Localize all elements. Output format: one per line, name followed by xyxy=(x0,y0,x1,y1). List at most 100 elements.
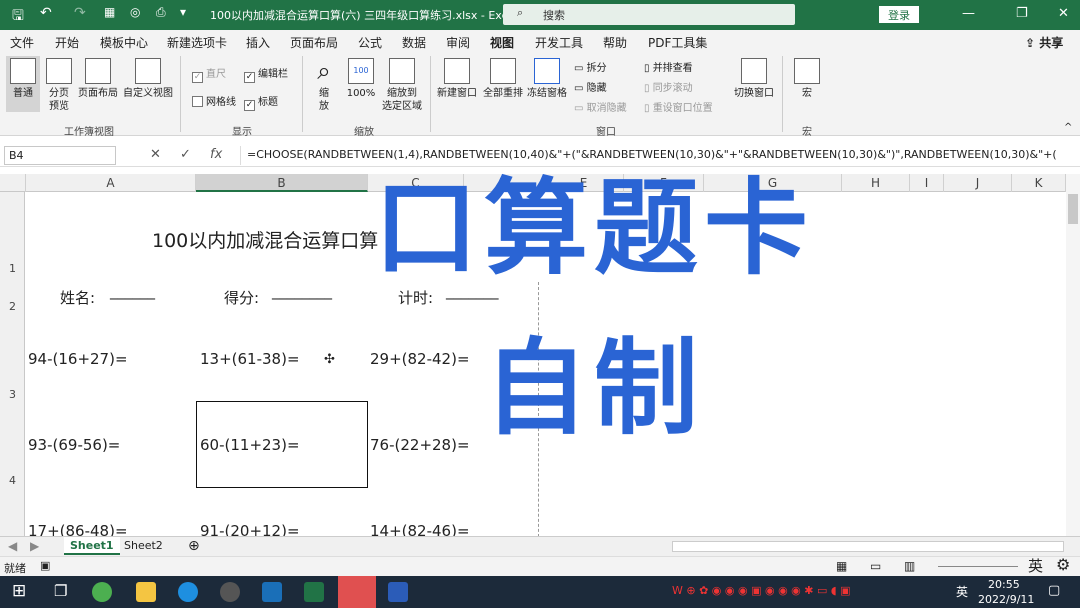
tab-file[interactable]: 文件 xyxy=(10,34,34,51)
column-header-b[interactable]: B xyxy=(196,174,368,192)
new-window-button[interactable]: 新建窗口 xyxy=(436,58,478,100)
prev-sheet-icon[interactable]: ◀ xyxy=(8,539,17,553)
search-box[interactable]: ⌕ 搜索 xyxy=(503,4,795,25)
name-box[interactable]: B4 xyxy=(4,146,116,165)
edge-icon[interactable] xyxy=(178,582,198,602)
save-icon[interactable]: 🖫 xyxy=(12,5,24,29)
print-preview-icon[interactable]: ⎙ xyxy=(156,5,166,20)
zoom-100-button[interactable]: 100 100% xyxy=(344,58,378,100)
row-header-3[interactable]: 3 xyxy=(0,388,25,401)
tab-developer[interactable]: 开发工具 xyxy=(535,34,583,51)
tab-new-tab[interactable]: 新建选项卡 xyxy=(167,34,227,51)
switch-windows-button[interactable]: 切换窗口 xyxy=(732,58,776,100)
formula-input[interactable]: =CHOOSE(RANDBETWEEN(1,4),RANDBETWEEN(10,… xyxy=(240,146,1076,165)
app-icon-browser[interactable] xyxy=(92,582,112,602)
column-header-g[interactable]: G xyxy=(704,174,842,192)
collapse-ribbon-icon[interactable]: ^ xyxy=(1064,122,1072,133)
select-all-corner[interactable] xyxy=(0,174,26,192)
custom-views-button[interactable]: 自定义视图 xyxy=(122,58,174,100)
problem-cell[interactable]: 17+(86-48)= xyxy=(28,522,128,536)
zoom-to-selection-button[interactable]: 缩放到 选定区域 xyxy=(380,58,424,113)
scroll-thumb[interactable] xyxy=(1068,194,1078,224)
macros-button[interactable]: 宏 xyxy=(792,58,822,100)
zoom-slider[interactable] xyxy=(938,566,1018,567)
close-icon[interactable]: ✕ xyxy=(1058,6,1069,21)
row-header-1[interactable]: 1 xyxy=(0,262,25,275)
app-icon-recorder[interactable] xyxy=(220,582,240,602)
tab-review[interactable]: 审阅 xyxy=(446,34,470,51)
tab-data[interactable]: 数据 xyxy=(402,34,426,51)
excel-icon[interactable] xyxy=(304,582,324,602)
unhide-button[interactable]: ▭ 取消隐藏 xyxy=(574,102,627,115)
column-header-k[interactable]: K xyxy=(1012,174,1066,192)
zoom-button[interactable]: ⌕ 缩放 xyxy=(310,58,338,113)
split-button[interactable]: ▭ 拆分 xyxy=(574,62,607,75)
add-sheet-icon[interactable]: ⊕ xyxy=(188,538,200,554)
ime-indicator[interactable]: 英 xyxy=(1028,555,1043,576)
row-header-2[interactable]: 2 xyxy=(0,300,25,313)
macro-record-icon[interactable]: ▣ xyxy=(40,559,50,572)
formula-bar-checkbox[interactable]: ✓ 编辑栏 xyxy=(244,68,288,83)
cancel-icon[interactable]: ✕ xyxy=(150,147,161,162)
function-icon[interactable]: fx xyxy=(210,147,222,162)
normal-view-button[interactable]: 普通 xyxy=(6,56,40,112)
tray-icons[interactable]: W ⊕ ✿ ◉ ◉ ◉ ▣ ◉ ◉ ◉ ✱ ▭ ◖ ▣ xyxy=(672,584,851,597)
active-app-icon[interactable] xyxy=(338,576,376,608)
taskbar-language[interactable]: 英 xyxy=(956,583,968,600)
page-break-preview-button[interactable]: 分页 预览 xyxy=(44,58,74,113)
tab-page-layout[interactable]: 页面布局 xyxy=(290,34,338,51)
clock-date[interactable]: 2022/9/11 xyxy=(978,593,1034,606)
column-header-h[interactable]: H xyxy=(842,174,910,192)
page-layout-view-button[interactable]: 页面布局 xyxy=(76,58,120,100)
minimize-icon[interactable]: — xyxy=(962,6,975,21)
headings-checkbox[interactable]: ✓ 标题 xyxy=(244,96,278,111)
problem-cell[interactable]: 93-(69-56)= xyxy=(28,436,120,454)
maximize-icon[interactable]: ❐ xyxy=(1016,6,1028,21)
problem-cell[interactable]: 91-(20+12)= xyxy=(200,522,300,536)
horizontal-scrollbar[interactable] xyxy=(672,541,1064,552)
column-header-i[interactable]: I xyxy=(910,174,944,192)
view-side-by-side-button[interactable]: ▯ 并排查看 xyxy=(644,62,693,75)
vertical-scrollbar[interactable] xyxy=(1066,174,1080,538)
camera-icon[interactable]: ◎ xyxy=(130,5,140,19)
settings-gear-icon[interactable]: ⚙ xyxy=(1056,555,1070,574)
hide-button[interactable]: ▭ 隐藏 xyxy=(574,82,607,95)
page-break-status-icon[interactable]: ▥ xyxy=(904,559,915,573)
problem-cell[interactable]: 14+(82-46)= xyxy=(370,522,470,536)
problem-cell[interactable]: 29+(82-42)= xyxy=(370,350,470,368)
tab-template-center[interactable]: 模板中心 xyxy=(100,34,148,51)
column-header-e[interactable]: E xyxy=(544,174,624,192)
reset-window-button[interactable]: ▯ 重设窗口位置 xyxy=(644,102,713,115)
sheet-tab-1[interactable]: Sheet1 xyxy=(64,537,120,555)
file-explorer-icon[interactable] xyxy=(136,582,156,602)
tab-view[interactable]: 视图 xyxy=(490,34,515,54)
sync-scroll-button[interactable]: ▯ 同步滚动 xyxy=(644,82,693,95)
enter-icon[interactable]: ✓ xyxy=(180,147,191,162)
worksheet-grid[interactable]: 100以内加减混合运算口算 姓名: ______ 得分: ________ 计时… xyxy=(26,192,1066,536)
ruler-checkbox[interactable]: ✓ 直尺 xyxy=(192,68,226,83)
next-sheet-icon[interactable]: ▶ xyxy=(30,539,39,553)
freeze-panes-button[interactable]: 冻结窗格 xyxy=(526,58,568,100)
column-header-a[interactable]: A xyxy=(26,174,196,192)
sheet-tab-2[interactable]: Sheet2 xyxy=(118,537,169,555)
windows-start-icon[interactable]: ⊞ xyxy=(12,581,26,601)
tab-insert[interactable]: 插入 xyxy=(246,34,270,51)
form-icon[interactable]: ▦ xyxy=(104,5,115,19)
customize-qat-icon[interactable]: ▾ xyxy=(180,5,186,19)
tab-pdf-tools[interactable]: PDF工具集 xyxy=(648,34,707,51)
app-icon-media[interactable] xyxy=(262,582,282,602)
problem-cell[interactable]: 60-(11+23)= xyxy=(200,436,300,454)
arrange-all-button[interactable]: 全部重排 xyxy=(482,58,524,100)
normal-view-status-icon[interactable]: ▦ xyxy=(836,559,847,573)
clock-time[interactable]: 20:55 xyxy=(988,578,1020,591)
redo-icon[interactable]: ↷ xyxy=(74,5,86,21)
notification-icon[interactable]: ▢ xyxy=(1048,583,1060,598)
problem-cell[interactable]: 13+(61-38)= xyxy=(200,350,300,368)
column-header-f[interactable]: F xyxy=(624,174,704,192)
gridlines-checkbox[interactable]: 网格线 xyxy=(192,96,236,109)
tab-formulas[interactable]: 公式 xyxy=(358,34,382,51)
column-header-j[interactable]: J xyxy=(944,174,1012,192)
task-view-icon[interactable]: ❐ xyxy=(54,582,67,600)
login-button[interactable]: 登录 xyxy=(879,6,919,23)
page-layout-status-icon[interactable]: ▭ xyxy=(870,559,881,573)
